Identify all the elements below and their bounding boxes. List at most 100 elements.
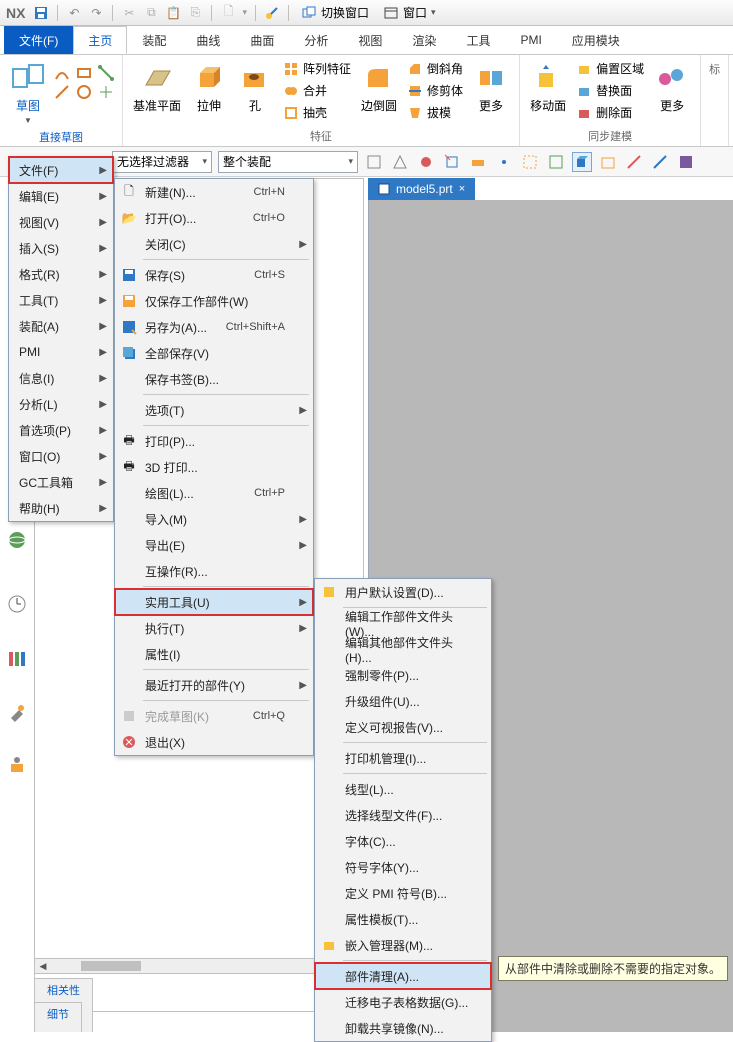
datum-plane-button[interactable]: 基准平面 [131,59,183,116]
mi-new[interactable]: 🗋新建(N)...Ctrl+N [115,179,313,205]
close-tab-icon[interactable]: × [459,183,465,195]
tb-icon-box[interactable] [598,152,618,172]
mi-plot[interactable]: 绘图(L)...Ctrl+P [115,480,313,506]
tab-view[interactable]: 视图 [343,26,397,54]
sketch-button[interactable]: 草图 ▼ [8,59,48,127]
mi-line-font[interactable]: 线型(L)... [315,776,491,802]
mi-unload-shared[interactable]: 卸载共享镜像(N)... [315,1015,491,1041]
mi-print[interactable]: 🖶打印(P)... [115,428,313,454]
mi-define-vis-report[interactable]: 定义可视报告(V)... [315,714,491,740]
mi-symbol-font[interactable]: 符号字体(Y)... [315,854,491,880]
extrude-button[interactable]: 拉伸 [189,59,229,116]
tab-assembly[interactable]: 装配 [127,26,181,54]
tb-icon-8[interactable] [546,152,566,172]
mi-edit-other-header[interactable]: 编辑其他部件文件头(H)... [315,636,491,662]
touch-icon[interactable] [264,5,280,21]
menu-insert[interactable]: 插入(S)▶ [9,235,113,261]
scope-combo[interactable]: 整个装配 [218,151,358,173]
tb-icon-2[interactable] [390,152,410,172]
mi-close[interactable]: 关闭(C)▶ [115,231,313,257]
unite-button[interactable]: 合并 [281,81,353,100]
rail-clock-icon[interactable] [5,592,29,616]
circle-icon[interactable] [76,84,92,100]
arc-icon[interactable] [54,84,70,100]
menu-analyze[interactable]: 分析(L)▶ [9,391,113,417]
mi-font[interactable]: 字体(C)... [315,828,491,854]
cross-icon[interactable] [98,84,114,100]
mi-properties[interactable]: 属性(I) [115,641,313,667]
menu-window[interactable]: 窗口(O)▶ [9,443,113,469]
menu-info[interactable]: 信息(I)▶ [9,365,113,391]
tab-surface[interactable]: 曲面 [235,26,289,54]
tb-icon-6[interactable] [494,152,514,172]
mi-options[interactable]: 选项(T)▶ [115,397,313,423]
copy-icon[interactable]: ⧉ [143,5,159,21]
tab-home[interactable]: 主页 [73,26,127,54]
move-face-button[interactable]: 移动面 [528,59,568,116]
mi-attr-template[interactable]: 属性模板(T)... [315,906,491,932]
draft-button[interactable]: 拔模 [405,103,465,122]
trim-body-button[interactable]: 修剪体 [405,81,465,100]
menu-assemble[interactable]: 装配(A)▶ [9,313,113,339]
mi-import[interactable]: 导入(M)▶ [115,506,313,532]
tab-analysis[interactable]: 分析 [289,26,343,54]
hole-button[interactable]: 孔 [235,59,275,116]
mi-recent[interactable]: 最近打开的部件(Y)▶ [115,672,313,698]
mi-save-work[interactable]: 仅保存工作部件(W) [115,288,313,314]
mi-embed-mgr[interactable]: 嵌入管理器(M)... [315,932,491,958]
save-icon[interactable] [33,5,49,21]
rail-tool-icon[interactable] [5,700,29,724]
delete-face-button[interactable]: 删除面 [574,103,646,122]
mi-execute[interactable]: 执行(T)▶ [115,615,313,641]
menu-pref[interactable]: 首选项(P)▶ [9,417,113,443]
edge-blend-button[interactable]: 边倒圆 [359,59,399,116]
tab-render[interactable]: 渲染 [397,26,451,54]
tab-app[interactable]: 应用模块 [557,26,635,54]
menu-format[interactable]: 格式(R)▶ [9,261,113,287]
cut-icon[interactable]: ✂ [121,5,137,21]
chamfer-button[interactable]: 倒斜角 [405,59,465,78]
tab-tools[interactable]: 工具 [451,26,505,54]
mi-save-as[interactable]: 另存为(A)...Ctrl+Shift+A [115,314,313,340]
tab-detail[interactable]: 细节 [34,1002,82,1032]
menu-edit[interactable]: 编辑(E)▶ [9,183,113,209]
tb-icon-1[interactable] [364,152,384,172]
rail-color-icon[interactable] [5,646,29,670]
mi-part-cleanup[interactable]: 部件清理(A)... [315,963,491,989]
menu-file[interactable]: 文件(F)▶ [9,157,113,183]
paste-icon[interactable]: 📋 [165,5,181,21]
tb-icon-3[interactable] [416,152,436,172]
mi-interop[interactable]: 互操作(R)... [115,558,313,584]
mi-migrate-spreadsheet[interactable]: 迁移电子表格数据(G)... [315,989,491,1015]
mi-utilities[interactable]: 实用工具(U)▶ [115,589,313,615]
tb-icon-line2[interactable] [650,152,670,172]
copy-display-icon[interactable]: ⎘ [187,5,203,21]
menu-view[interactable]: 视图(V)▶ [9,209,113,235]
rect-icon[interactable] [76,65,92,81]
tb-icon-cube[interactable] [572,152,592,172]
document-tab[interactable]: model5.prt × [368,178,475,200]
switch-window-button[interactable]: 切换窗口 [297,2,373,23]
filter-combo[interactable]: 无选择过滤器 [112,151,212,173]
redo-icon[interactable]: ↷ [88,5,104,21]
more-feature-button[interactable]: 更多 [471,59,511,116]
tb-icon-box2[interactable] [676,152,696,172]
line-icon[interactable] [54,65,70,81]
mi-exit[interactable]: 退出(X) [115,729,313,755]
mi-upgrade-comp[interactable]: 升级组件(U)... [315,688,491,714]
rail-globe-icon[interactable] [5,528,29,552]
menu-help[interactable]: 帮助(H)▶ [9,495,113,521]
mi-edit-work-header[interactable]: 编辑工作部件文件头(W)... [315,610,491,636]
tb-icon-5[interactable] [468,152,488,172]
window-menu-button[interactable]: 窗口 ▾ [379,2,440,23]
mi-print3d[interactable]: 🖶3D 打印... [115,454,313,480]
mi-select-lf-file[interactable]: 选择线型文件(F)... [315,802,491,828]
mi-force-piece[interactable]: 强制零件(P)... [315,662,491,688]
tb-icon-4[interactable] [442,152,462,172]
more-sync-button[interactable]: 更多 [652,59,692,116]
mi-user-defaults[interactable]: 用户默认设置(D)... [315,579,491,605]
tab-curve[interactable]: 曲线 [181,26,235,54]
tab-file[interactable]: 文件(F) [4,26,73,54]
menu-tools[interactable]: 工具(T)▶ [9,287,113,313]
menu-pmi[interactable]: PMI▶ [9,339,113,365]
